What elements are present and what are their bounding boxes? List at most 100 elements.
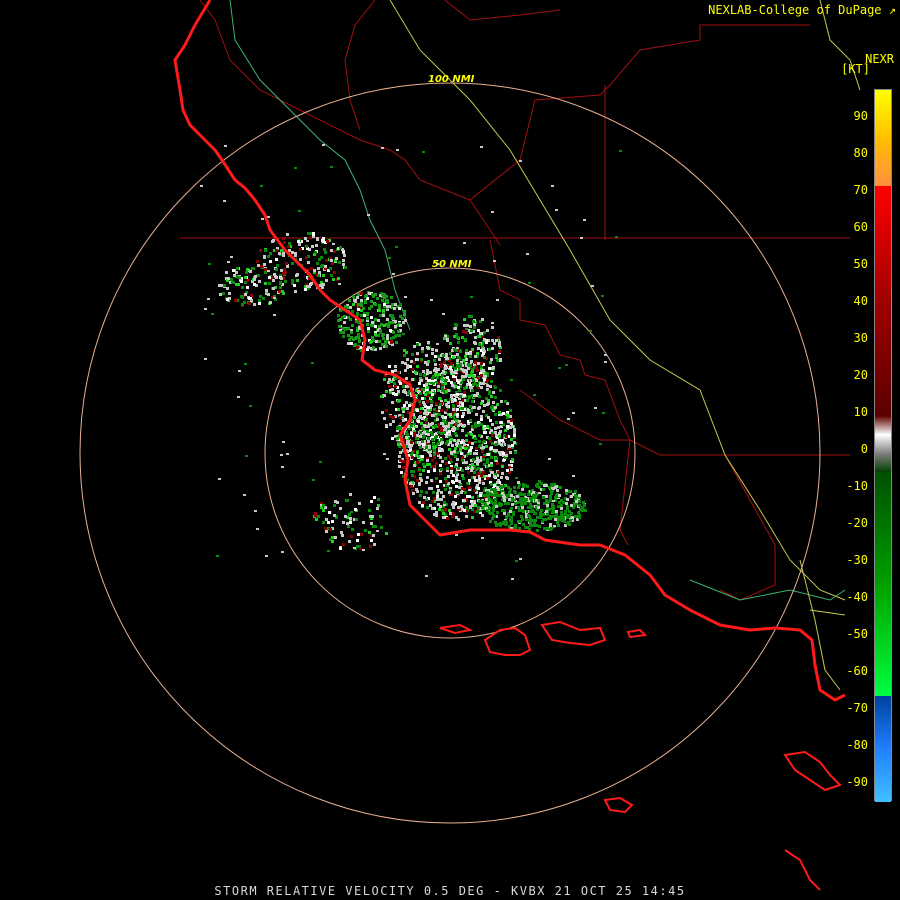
echo-pixel — [357, 293, 360, 296]
echo-pixel — [531, 509, 534, 512]
echo-pixel — [353, 299, 356, 302]
echo-pixel — [456, 408, 459, 411]
colorbar-tick-label: 10 — [853, 405, 868, 419]
echo-pixel — [394, 365, 397, 368]
echo-pixel — [471, 389, 474, 392]
echo-pixel — [426, 463, 429, 466]
credit-label: NEXLAB-College of DuPage ↗ — [708, 3, 896, 17]
echo-pixel — [490, 464, 493, 467]
echo-pixel — [269, 301, 272, 304]
echo-pixel — [457, 356, 460, 359]
echo-pixel — [479, 494, 482, 497]
echo-pixel — [456, 491, 459, 494]
colorbar-tick-label: -10 — [846, 479, 868, 493]
echo-pixel — [502, 452, 505, 455]
echo-pixel — [346, 522, 349, 525]
echo-pixel — [378, 309, 381, 312]
echo-pixel — [394, 369, 397, 372]
colorbar-tick-label: -40 — [846, 590, 868, 604]
echo-pixel — [529, 506, 532, 509]
echo-pixel — [420, 490, 423, 493]
echo-pixel — [439, 403, 442, 406]
echo-pixel — [504, 502, 507, 505]
echo-pixel — [357, 303, 360, 306]
echo-pixel — [510, 468, 513, 471]
echo-pixel — [327, 550, 330, 552]
external-link-icon[interactable]: ↗ — [889, 3, 896, 17]
echo-pixel — [457, 506, 460, 509]
echo-pixel — [471, 504, 474, 507]
echo-pixel — [446, 338, 449, 341]
echo-pixel — [299, 258, 302, 261]
echo-pixel — [470, 360, 473, 363]
echo-pixel — [405, 432, 408, 435]
echo-pixel — [481, 318, 484, 321]
echo-pixel — [385, 390, 388, 393]
echo-pixel — [487, 402, 490, 405]
echo-pixel — [514, 524, 517, 527]
echo-pixel — [316, 237, 319, 240]
echo-pixel — [385, 299, 388, 302]
echo-pixel — [566, 498, 569, 501]
echo-pixel — [482, 494, 485, 497]
echo-pixel — [385, 345, 388, 348]
echo-pixel — [495, 457, 498, 460]
echo-pixel — [515, 477, 518, 479]
echo-pixel — [551, 505, 554, 508]
echo-pixel — [463, 509, 466, 512]
echo-pixel — [465, 461, 468, 464]
echo-pixel — [265, 555, 268, 557]
echo-pixel — [474, 355, 477, 358]
echo-pixel — [278, 290, 281, 293]
echo-pixel — [559, 486, 562, 489]
echo-pixel — [226, 298, 229, 301]
echo-pixel — [272, 279, 275, 282]
echo-pixel — [496, 299, 499, 301]
echo-pixel — [382, 337, 385, 340]
echo-pixel — [469, 431, 472, 433]
echo-pixel — [283, 241, 286, 244]
echo-pixel — [322, 504, 325, 507]
echo-pixel — [509, 409, 512, 412]
echo-pixel — [413, 464, 416, 467]
echo-pixel — [461, 336, 464, 339]
echo-pixel — [510, 516, 513, 519]
echo-pixel — [393, 382, 396, 385]
echo-pixel — [507, 502, 510, 505]
echo-pixel — [493, 484, 496, 487]
echo-pixel — [451, 400, 454, 403]
echo-pixel — [471, 400, 474, 403]
echo-pixel — [258, 299, 261, 302]
echo-pixel — [535, 524, 538, 527]
echo-pixel — [394, 303, 397, 306]
echo-pixel — [462, 330, 465, 333]
echo-pixel — [555, 510, 558, 513]
echo-pixel — [416, 409, 419, 412]
echo-pixel — [435, 349, 438, 352]
echo-pixel — [356, 296, 359, 299]
echo-pixel — [370, 316, 373, 319]
echo-pixel — [376, 297, 379, 300]
echo-pixel — [487, 416, 490, 419]
echo-pixel — [472, 383, 475, 386]
echo-pixel — [414, 371, 417, 374]
echo-pixel — [477, 460, 480, 463]
echo-pixel — [455, 422, 458, 425]
echo-pixel — [509, 519, 512, 522]
echo-pixel — [490, 471, 493, 474]
echo-pixel — [275, 258, 278, 261]
echo-pixel — [431, 377, 434, 380]
echo-pixel — [429, 371, 432, 374]
echo-pixel — [465, 369, 468, 372]
echo-pixel — [423, 374, 426, 377]
echo-pixel — [386, 334, 389, 337]
echo-pixel — [517, 481, 520, 484]
echo-pixel — [356, 346, 359, 349]
echo-pixel — [383, 296, 386, 299]
echo-pixel — [286, 453, 289, 455]
echo-pixel — [471, 442, 474, 445]
echo-pixel — [484, 375, 487, 378]
echo-pixel — [427, 409, 430, 412]
echo-pixel — [407, 392, 410, 395]
echo-pixel — [501, 472, 504, 475]
